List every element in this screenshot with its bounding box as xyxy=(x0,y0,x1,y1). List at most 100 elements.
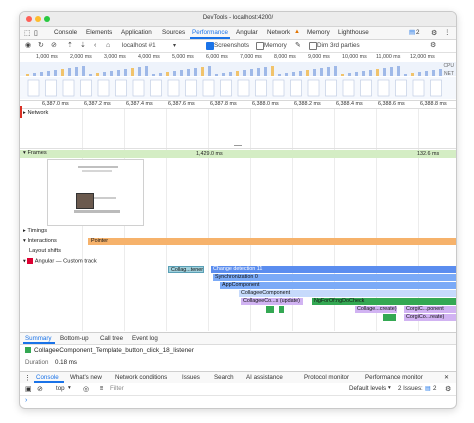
device-toolbar-icon[interactable]: ▯ xyxy=(34,29,38,37)
dim-third-parties-checkbox[interactable] xyxy=(309,42,317,50)
inspect-element-icon[interactable]: ⬚ xyxy=(24,29,31,37)
overview-ruler-label: 5,000 ms xyxy=(172,54,194,60)
tab-console[interactable]: Console xyxy=(54,29,77,36)
frames-track[interactable] xyxy=(20,150,456,158)
collagee-update-bar[interactable]: CollageeCo...s (update) xyxy=(241,298,303,305)
log-levels-select[interactable]: Default levels xyxy=(349,385,386,392)
drawer-tab-search[interactable]: Search xyxy=(214,374,234,381)
context-chevron-icon[interactable]: ▾ xyxy=(68,385,71,391)
green-block-2[interactable] xyxy=(279,306,284,313)
layout-shifts-label[interactable]: Layout shifts xyxy=(29,248,61,254)
resize-handle[interactable] xyxy=(234,145,242,146)
ngfor-docheck-bar[interactable]: NgForOf:ngDoCheck xyxy=(312,298,456,305)
tab-summary[interactable]: Summary xyxy=(25,335,51,342)
tab-event-log[interactable]: Event log xyxy=(132,335,158,342)
angular-track-label[interactable]: ▾ Angular — Custom track xyxy=(23,258,97,265)
drawer-tab-console[interactable]: Console xyxy=(36,374,59,381)
issues-badge-count[interactable]: 2 xyxy=(433,385,436,392)
tab-bottom-up[interactable]: Bottom-up xyxy=(60,335,89,342)
summary-underline xyxy=(23,342,55,344)
console-filter-input[interactable]: Filter xyxy=(110,385,124,392)
issues-icon[interactable]: ▤ xyxy=(409,29,415,36)
cpu-activity-bar xyxy=(439,69,442,76)
green-block-3[interactable] xyxy=(383,314,396,321)
drawer-tab-performance-monitor[interactable]: Performance monitor xyxy=(365,374,423,381)
drawer-tab-issues[interactable]: Issues xyxy=(182,374,200,381)
tab-application[interactable]: Application xyxy=(121,29,152,36)
timings-track-label[interactable]: ▸ Timings xyxy=(23,228,47,234)
broom-icon[interactable]: ✎ xyxy=(295,42,301,50)
chevron-down-icon[interactable]: ▾ xyxy=(173,42,176,50)
grid-line xyxy=(208,109,209,331)
reload-record-icon[interactable]: ↻ xyxy=(38,42,44,50)
home-icon[interactable]: ⌂ xyxy=(106,42,110,50)
flame-chart[interactable]: ▸ Network ▾ Frames 1,429.0 ms 132.6 ms ▸… xyxy=(20,106,456,331)
interactions-track-label[interactable]: ▾ Interactions xyxy=(23,238,57,244)
pointer-interaction[interactable]: Pointer xyxy=(88,238,456,245)
frame-screenshot[interactable] xyxy=(47,159,144,226)
clear-console-icon[interactable]: ⊘ xyxy=(37,385,43,393)
settings-icon[interactable]: ⚙ xyxy=(431,29,437,37)
context-select[interactable]: top xyxy=(56,385,65,392)
drawer-tab-protocol-monitor[interactable]: Protocol monitor xyxy=(304,374,349,381)
eye-icon[interactable]: ◎ xyxy=(83,385,89,393)
collage-create-text: Collage...create) xyxy=(357,306,397,312)
time-ruler-label: 6,388.4 ms xyxy=(336,101,363,107)
collagee-component-bar[interactable]: CollageeComponent xyxy=(239,290,456,297)
clear-icon[interactable]: ⊘ xyxy=(51,42,57,50)
console-prompt-icon[interactable]: › xyxy=(25,397,27,404)
corgi-component-bar[interactable]: CorgiC...ponent xyxy=(404,306,456,313)
timeline-overview[interactable]: 1,000 ms 2,000 ms 3,000 ms 4,000 ms 5,000 ms… xyxy=(20,53,456,101)
memory-checkbox[interactable] xyxy=(256,42,264,50)
levels-chevron-icon[interactable]: ▾ xyxy=(388,385,391,391)
frames-track-label[interactable]: ▾ Frames xyxy=(23,150,47,156)
tab-elements[interactable]: Elements xyxy=(86,29,112,36)
title-bar: DevTools - localhost:4200/ xyxy=(20,12,456,27)
time-ruler-label: 6,388.2 ms xyxy=(294,101,321,107)
recording-select[interactable]: localhost #1 xyxy=(122,42,156,50)
sidebar-toggle-icon[interactable]: ▣ xyxy=(25,385,32,393)
upload-icon[interactable]: ⇡ xyxy=(67,42,73,50)
app-component-bar[interactable]: AppComponent xyxy=(220,282,456,289)
tab-performance[interactable]: Performance xyxy=(192,29,228,36)
tab-network[interactable]: Network xyxy=(267,29,290,36)
overview-ruler-label: 3,000 ms xyxy=(104,54,126,60)
corgi-create-bar[interactable]: CorgiCo...reate) xyxy=(404,314,456,321)
drawer-tab-ai-assistance[interactable]: AI assistance xyxy=(246,374,283,381)
console-settings-icon[interactable]: ⚙ xyxy=(445,385,451,393)
filmstrip-frame xyxy=(377,79,390,97)
time-ruler-label: 6,387.6 ms xyxy=(168,101,195,107)
drawer-tab-whats-new[interactable]: What's new xyxy=(70,374,102,381)
collage-create-bar[interactable]: Collage...create) xyxy=(355,306,397,313)
tab-memory[interactable]: Memory xyxy=(307,29,330,36)
tab-lighthouse[interactable]: Lighthouse xyxy=(338,29,369,36)
synchronization-bar[interactable]: Synchronization 0 xyxy=(213,274,456,281)
cpu-activity-bar xyxy=(348,73,351,76)
issues-summary[interactable]: 2 Issues: xyxy=(398,385,423,392)
change-detection-bar[interactable]: Change detection 11 xyxy=(211,266,456,273)
cpu-activity-bar xyxy=(103,72,106,76)
corgi-create-text: CorgiCo...reate) xyxy=(406,314,445,320)
download-icon[interactable]: ⇣ xyxy=(80,42,86,50)
record-icon[interactable]: ◉ xyxy=(25,42,31,50)
drawer-tab-network-conditions[interactable]: Network conditions xyxy=(115,374,167,381)
cpu-activity-bar xyxy=(285,73,288,76)
tab-call-tree[interactable]: Call tree xyxy=(100,335,123,342)
network-track-label[interactable]: ▸ Network xyxy=(23,110,48,116)
more-options-icon[interactable]: ⋮ xyxy=(444,29,450,36)
cpu-activity-bar xyxy=(306,70,309,76)
green-block-1[interactable] xyxy=(266,306,274,313)
filmstrip-frame xyxy=(307,79,320,97)
cpu-activity-bar xyxy=(320,68,323,76)
tab-angular[interactable]: Angular xyxy=(236,29,258,36)
screenshots-checkbox[interactable] xyxy=(206,42,214,50)
tab-sources[interactable]: Sources xyxy=(162,29,185,36)
issues-count[interactable]: 2 xyxy=(416,29,420,36)
drawer-menu-icon[interactable]: ⋮ xyxy=(24,374,31,382)
capture-settings-icon[interactable]: ⚙ xyxy=(430,42,436,50)
back-icon[interactable]: ‹ xyxy=(94,42,96,50)
collage-listener-bar[interactable]: Collag...tener xyxy=(168,266,204,273)
issues-badge-icon[interactable]: ▤ xyxy=(425,385,431,392)
close-drawer-icon[interactable]: ✕ xyxy=(444,374,449,381)
event-name: CollageeComponent_Template_button_click_… xyxy=(34,347,194,354)
